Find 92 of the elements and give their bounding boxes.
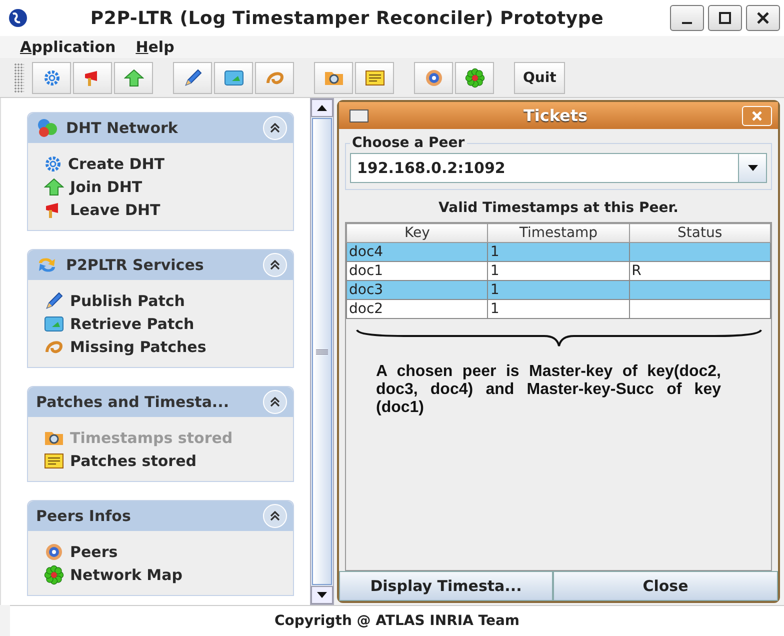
dialog-title: Tickets — [522, 106, 589, 125]
table-title: Valid Timestamps at this Peer. — [438, 200, 680, 216]
sidebar-item[interactable]: Join DHT — [44, 176, 279, 197]
sidebar-item[interactable]: Publish Patch — [44, 290, 279, 311]
collapse-button[interactable] — [263, 504, 287, 528]
target-icon — [44, 542, 64, 562]
toolbar-button[interactable] — [355, 62, 394, 94]
toolbar-button[interactable] — [73, 62, 112, 94]
table-cell[interactable]: doc2 — [346, 300, 488, 318]
toolbar-grip[interactable] — [14, 62, 24, 92]
sidebar-item[interactable]: Network Map — [44, 564, 279, 585]
toolbar-button[interactable] — [455, 62, 494, 94]
close-icon — [757, 12, 769, 24]
gear-icon — [42, 68, 60, 86]
toolbar-button[interactable] — [173, 62, 212, 94]
picture-icon — [44, 314, 64, 332]
column-header[interactable]: Status — [629, 224, 770, 242]
table-cell[interactable] — [629, 300, 770, 318]
note-icon — [364, 70, 384, 86]
pencil-icon — [182, 68, 202, 88]
toolbar-button[interactable] — [314, 62, 353, 94]
target-icon — [424, 68, 444, 88]
dialog-button[interactable]: Display Timesta... — [339, 571, 553, 601]
toolbar-button[interactable] — [414, 62, 453, 94]
sidebar-item[interactable]: Retrieve Patch — [44, 313, 279, 334]
table-cell[interactable] — [629, 280, 770, 300]
toolbar-button[interactable] — [214, 62, 253, 94]
quit-button[interactable]: Quit — [514, 62, 566, 94]
table-cell[interactable]: doc3 — [346, 280, 488, 300]
maximize-icon — [719, 12, 731, 24]
menu-item[interactable]: Help — [136, 38, 174, 56]
menu-item[interactable]: Application — [20, 38, 116, 56]
card-title: P2PLTR Services — [66, 256, 205, 274]
toolbar-button[interactable] — [32, 62, 71, 94]
close-button[interactable] — [746, 5, 780, 31]
double-chevron-icon — [269, 397, 281, 407]
toolbar-button[interactable] — [114, 62, 153, 94]
minimize-icon — [682, 22, 692, 24]
table-cell[interactable]: 1 — [488, 262, 630, 280]
scrollbar[interactable] — [310, 98, 334, 605]
scroll-up-button[interactable] — [311, 99, 333, 117]
table-cell[interactable] — [629, 242, 770, 262]
grip-icon — [316, 348, 328, 354]
up-arrow-icon — [124, 68, 144, 86]
down-arrow-icon — [748, 165, 758, 171]
double-chevron-icon — [269, 123, 281, 133]
note-icon — [44, 452, 64, 468]
sidebar-item[interactable]: Peers — [44, 541, 279, 562]
card-title: Patches and Timesta... — [36, 393, 230, 411]
bubbles-icon — [36, 118, 58, 138]
globe-icon — [8, 8, 28, 28]
table-cell[interactable]: 1 — [488, 242, 630, 262]
table-cell[interactable]: doc1 — [346, 262, 488, 280]
column-header[interactable]: Timestamp — [488, 224, 630, 242]
dialog-close-button[interactable] — [742, 106, 772, 126]
sidebar-item[interactable]: Leave DHT — [44, 199, 279, 220]
flower-icon — [464, 68, 484, 88]
card-title: Peers Infos — [36, 507, 132, 525]
scroll-down-button[interactable] — [311, 586, 333, 604]
sidebar-item[interactable]: Missing Patches — [44, 336, 279, 357]
group-label: Choose a Peer — [351, 135, 466, 151]
gear-icon — [44, 154, 62, 172]
peer-dropdown[interactable]: 192.168.0.2:1092 — [350, 153, 767, 183]
window-icon — [349, 108, 369, 122]
down-arrow-icon — [317, 592, 327, 598]
up-arrow-icon — [317, 105, 327, 111]
maximize-button[interactable] — [708, 5, 742, 31]
window-title: P2P-LTR (Log Timestamper Reconciler) Prototype — [89, 8, 605, 28]
column-header[interactable]: Key — [346, 224, 488, 242]
table-cell[interactable]: R — [629, 262, 770, 280]
pencil-icon — [44, 290, 64, 310]
table-cell[interactable]: doc4 — [346, 242, 488, 262]
minimize-button[interactable] — [670, 5, 704, 31]
double-chevron-icon — [269, 511, 281, 521]
footer-text: Copyrigth @ ATLAS INRIA Team — [10, 605, 784, 636]
collapse-button[interactable] — [263, 116, 287, 140]
collapse-button[interactable] — [263, 253, 287, 277]
table-cell[interactable]: 1 — [488, 300, 630, 318]
scroll-thumb[interactable] — [312, 118, 332, 585]
sidebar-item[interactable]: Patches stored — [44, 450, 279, 471]
card-title: DHT Network — [66, 119, 179, 137]
picture-icon — [224, 68, 244, 86]
close-icon — [752, 110, 762, 120]
collapse-button[interactable] — [263, 390, 287, 414]
up-arrow-icon — [44, 178, 64, 196]
flower-icon — [44, 564, 64, 584]
table-cell[interactable]: 1 — [488, 280, 630, 300]
swap-icon — [36, 255, 58, 275]
note-text: A chosen peer is Master-key of key(doc2, doc3, doc4) and Master-key-Succ of key (doc1) — [376, 363, 721, 417]
sidebar-item[interactable]: Create DHT — [44, 153, 279, 174]
double-chevron-icon — [269, 260, 281, 270]
dialog-button[interactable]: Close — [553, 571, 778, 601]
